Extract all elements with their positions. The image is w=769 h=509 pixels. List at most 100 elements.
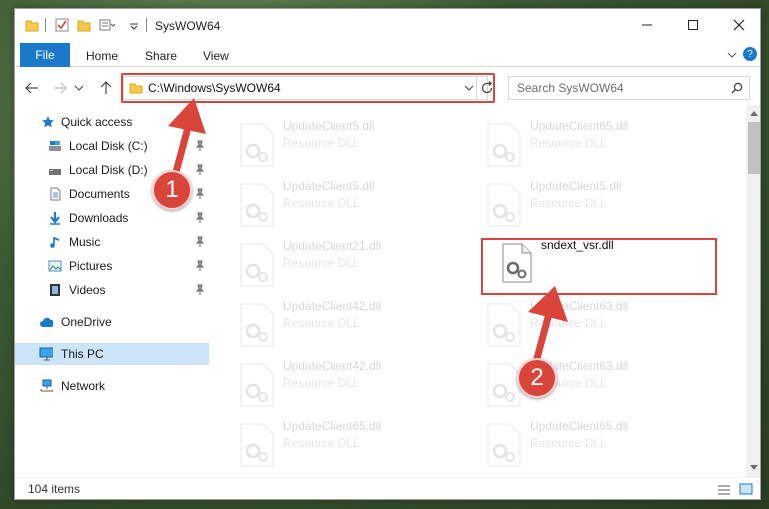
- large-icons-view-icon[interactable]: [739, 483, 753, 495]
- help-icon[interactable]: ?: [743, 47, 757, 61]
- chevron-down-icon[interactable]: [129, 21, 139, 31]
- dll-file-icon: [240, 123, 274, 167]
- folder-icon[interactable]: [25, 18, 39, 32]
- vertical-scrollbar[interactable]: [746, 105, 760, 477]
- nav-this-pc[interactable]: This PC: [15, 343, 209, 365]
- search-input[interactable]: Search SysWOW64: [517, 81, 624, 95]
- file-type: Resource DLL: [530, 136, 607, 150]
- film-icon: [50, 284, 60, 296]
- maximize-button[interactable]: [670, 9, 716, 41]
- star-icon: [42, 116, 54, 128]
- pin-icon[interactable]: [195, 188, 205, 200]
- close-button[interactable]: [716, 9, 760, 41]
- scrollbar-thumb[interactable]: [748, 122, 760, 174]
- nav-label: Local Disk (C:): [69, 139, 148, 153]
- dll-file-icon: [487, 123, 521, 167]
- file-type: Resource DLL: [283, 196, 360, 210]
- file-highlight: [481, 238, 717, 295]
- customize-icon[interactable]: [99, 18, 115, 32]
- file-item[interactable]: UpdateClient42.dll Resource DLL: [211, 353, 441, 409]
- tab-file[interactable]: File: [20, 43, 70, 67]
- search-box[interactable]: Search SysWOW64: [508, 76, 750, 100]
- nav-label: OneDrive: [61, 315, 112, 329]
- details-view-icon[interactable]: [717, 484, 731, 496]
- file-item[interactable]: UpdateClient65.dll Resource DLL: [211, 413, 441, 469]
- nav-videos[interactable]: Videos: [15, 279, 209, 301]
- file-name: UpdateClient65.dll: [530, 119, 629, 133]
- computer-icon: [39, 347, 53, 361]
- back-button[interactable]: [23, 79, 41, 97]
- nav-label: This PC: [61, 347, 104, 361]
- ribbon-tabs: File Home Share View ?: [15, 41, 760, 67]
- expand-ribbon-icon[interactable]: [726, 50, 738, 60]
- minimize-button[interactable]: [624, 9, 670, 41]
- nav-label: Documents: [69, 187, 130, 201]
- dll-file-icon: [487, 303, 521, 347]
- file-item[interactable]: UpdateClient65.dll Resource DLL: [458, 113, 688, 169]
- pin-icon[interactable]: [195, 164, 205, 176]
- tab-home[interactable]: Home: [86, 49, 118, 63]
- dll-file-icon: [240, 183, 274, 227]
- file-name: UpdateClient65.dll: [530, 419, 629, 433]
- file-item[interactable]: UpdateClient21.dll Resource DLL: [211, 233, 441, 289]
- nav-quick-access[interactable]: Quick access: [15, 111, 209, 133]
- scroll-down-icon[interactable]: [750, 465, 758, 471]
- network-icon: [40, 379, 53, 392]
- file-item[interactable]: UpdateClient63.dll Resource DLL: [458, 353, 688, 409]
- scroll-up-icon[interactable]: [750, 110, 758, 116]
- pin-icon[interactable]: [195, 212, 205, 224]
- tab-view[interactable]: View: [203, 49, 229, 63]
- nav-label: Quick access: [61, 115, 133, 129]
- file-type: Resource DLL: [283, 316, 360, 330]
- nav-network[interactable]: Network: [15, 375, 209, 397]
- dll-file-icon: [487, 183, 521, 227]
- file-name: UpdateClient5.dll: [283, 179, 375, 193]
- navigation-bar: C:\Windows\SysWOW64 Search SysWOW64: [15, 67, 760, 105]
- forward-button[interactable]: [51, 79, 69, 97]
- music-note-icon: [50, 237, 59, 248]
- file-item[interactable]: UpdateClient5.dll Resource DLL: [211, 113, 441, 169]
- file-name: UpdateClient5.dll: [530, 179, 622, 193]
- nav-label: Videos: [69, 283, 106, 297]
- document-icon: [50, 187, 61, 201]
- file-item[interactable]: UpdateClient42.dll Resource DLL: [211, 293, 441, 349]
- pin-icon[interactable]: [195, 140, 205, 152]
- file-type: Resource DLL: [283, 376, 360, 390]
- up-button[interactable]: [97, 79, 115, 97]
- nav-pictures[interactable]: Pictures: [15, 255, 209, 277]
- nav-label: Downloads: [69, 211, 129, 225]
- navigation-pane: Quick access Local Disk (C:) Local Disk …: [15, 105, 211, 477]
- search-icon: [731, 82, 743, 94]
- tab-share[interactable]: Share: [145, 49, 177, 63]
- file-name: UpdateClient42.dll: [283, 299, 382, 313]
- close-icon: [733, 19, 745, 31]
- new-folder-icon[interactable]: [77, 18, 91, 32]
- pin-icon[interactable]: [195, 236, 205, 248]
- back-arrow-icon: [25, 82, 38, 94]
- title-divider: [146, 18, 147, 32]
- file-item[interactable]: UpdateClient65.dll Resource DLL: [458, 413, 688, 469]
- nav-onedrive[interactable]: OneDrive: [15, 311, 209, 333]
- cloud-icon: [40, 317, 53, 327]
- nav-local-disk-c[interactable]: Local Disk (C:): [15, 135, 209, 157]
- file-item[interactable]: UpdateClient63.dll Resource DLL: [458, 293, 688, 349]
- nav-downloads[interactable]: Downloads: [15, 207, 209, 229]
- explorer-window: SysWOW64 File Home Share View ? C:\Windo…: [14, 8, 761, 500]
- file-item[interactable]: UpdateClient5.dll Resource DLL: [211, 173, 441, 229]
- dll-file-icon: [240, 423, 274, 467]
- file-type: Resource DLL: [530, 436, 607, 450]
- file-name: UpdateClient21.dll: [283, 239, 382, 253]
- picture-icon: [48, 260, 62, 272]
- properties-icon[interactable]: [55, 18, 69, 32]
- pin-icon[interactable]: [195, 284, 205, 296]
- recent-locations-button[interactable]: [73, 79, 85, 97]
- minimize-icon: [642, 24, 652, 26]
- drive-icon: [49, 141, 61, 151]
- dll-file-icon: [487, 423, 521, 467]
- file-name: UpdateClient5.dll: [283, 119, 375, 133]
- step-badge-1: 1: [152, 170, 192, 210]
- nav-music[interactable]: Music: [15, 231, 209, 253]
- dll-file-icon: [240, 243, 274, 287]
- file-item[interactable]: UpdateClient5.dll Resource DLL: [458, 173, 688, 229]
- pin-icon[interactable]: [195, 260, 205, 272]
